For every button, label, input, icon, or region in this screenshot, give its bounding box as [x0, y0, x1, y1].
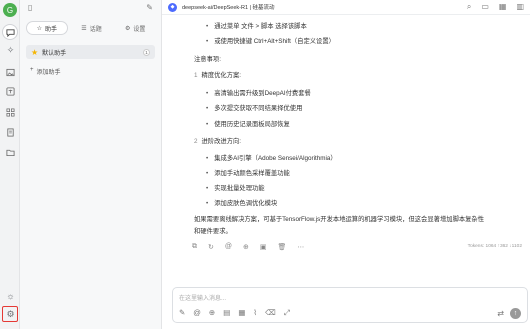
assistant-item-default[interactable]: ★ 默认助手 1	[26, 45, 155, 59]
knowledge-icon[interactable]: ▤	[223, 308, 230, 318]
assistant-name: 默认助手	[42, 50, 67, 57]
list-item: 实现批量处理功能	[206, 185, 264, 192]
icon-rail: G ✧ ☼ ⚙	[0, 0, 20, 329]
attach-icon[interactable]: ⌇	[253, 308, 257, 318]
section-heading: 1 精度优化方案:	[194, 72, 242, 79]
regenerate-icon[interactable]: ↻	[208, 243, 214, 251]
send-button[interactable]: ↑	[510, 308, 521, 319]
gear-icon: ⚙	[124, 25, 131, 32]
list-item: 或使用快捷键 Ctrl+Alt+Shift（自定义设置）	[206, 38, 335, 45]
grid-icon[interactable]: ▦	[499, 2, 507, 12]
chat-topbar: ◆ deepseek-ai/DeepSeek-R1 | 硅基流动 ⌕ ▭ ▦ ▥	[162, 0, 530, 15]
assistant-panel: ▯ ✎ ☆ 助手 ☰ 话题 ⚙ 设置 ★ 默认助手 1 + 添加助手	[20, 0, 162, 329]
tab-label: 设置	[133, 26, 146, 33]
apps-icon[interactable]	[5, 107, 16, 118]
message-composer[interactable]: 在这里输入消息... ✎ @ ⊕ ▤ ▦ ⌇ ⌫ ⤢ ⇄ ↑	[172, 287, 528, 323]
image-icon[interactable]	[5, 67, 16, 78]
token-count: Tokens: 1064 ↑362 ↓1102	[467, 244, 522, 249]
mention-icon[interactable]: @	[193, 308, 201, 318]
panel-toolbar: ▯ ✎	[20, 0, 161, 15]
panel-tabs: ☆ 助手 ☰ 话题 ⚙ 设置	[20, 15, 161, 35]
list-item: 集成多AI引擎（Adobe Sensei/Algorithmia）	[206, 155, 337, 162]
list-item: 通过菜单 文件 > 脚本 选择该脚本	[206, 23, 307, 30]
assistant-count-badge: 1	[143, 48, 150, 56]
list-item: 使用历史记录面板局部恢复	[206, 121, 290, 128]
search-icon[interactable]: ⌕	[467, 2, 471, 12]
chat-icon[interactable]	[3, 25, 17, 39]
topbar-icons: ⌕ ▭ ▦ ▥	[467, 2, 524, 12]
tab-label: 助手	[45, 26, 58, 33]
model-name[interactable]: deepseek-ai/DeepSeek-R1 | 硅基流动	[182, 3, 275, 11]
copy-icon[interactable]: ⧉	[192, 243, 197, 251]
add-assistant-label: 添加助手	[36, 70, 61, 76]
message-input[interactable]: 在这里输入消息...	[179, 293, 226, 302]
list-item: 高清输出需升级到DeepAI付费套餐	[206, 90, 311, 97]
chat-main: ◆ deepseek-ai/DeepSeek-R1 | 硅基流动 ⌕ ▭ ▦ ▥…	[162, 0, 530, 329]
translate-icon[interactable]: ⊕	[243, 243, 249, 251]
list-item: 添加手动颜色采样覆盖功能	[206, 170, 290, 177]
layout-icon[interactable]: ▥	[516, 2, 524, 12]
notes-heading: 注意事项:	[194, 56, 221, 63]
tab-assistants[interactable]: ☆ 助手	[26, 21, 68, 35]
minimize-icon[interactable]: ▭	[481, 2, 489, 12]
web-search-icon[interactable]: ⊕	[209, 308, 215, 318]
model-logo-icon: ◆	[168, 2, 177, 12]
message-footer-line: 和硬件要求。	[194, 228, 232, 235]
expand-icon[interactable]: ⤢	[284, 308, 290, 318]
translate-icon[interactable]	[5, 86, 16, 97]
star-icon: ☆	[36, 25, 43, 32]
delete-icon[interactable]: 🗑	[277, 243, 286, 251]
more-icon[interactable]: ⋯	[297, 243, 304, 251]
tab-label: 话题	[89, 26, 102, 33]
message-footer-line: 如果需要离线解决方案，可基于TensorFlow.js开发本地运算的机器学习模块…	[194, 216, 485, 223]
mention-icon[interactable]: @	[225, 243, 232, 251]
folder-icon[interactable]	[5, 147, 16, 158]
save-icon[interactable]: ▣	[260, 243, 267, 251]
sidebar-toggle-icon[interactable]: ▯	[28, 3, 32, 12]
user-avatar[interactable]: G	[3, 3, 17, 17]
tab-settings[interactable]: ⚙ 设置	[115, 21, 155, 35]
table-icon[interactable]: ▦	[238, 308, 245, 318]
composer-tools: ✎ @ ⊕ ▤ ▦ ⌇ ⌫ ⤢	[179, 308, 290, 318]
edit-icon[interactable]: ✎	[179, 308, 185, 318]
list-icon: ☰	[81, 25, 87, 32]
list-item: 多次提交获取不同结果择优使用	[206, 105, 302, 112]
translate-icon[interactable]: ⇄	[497, 309, 504, 318]
settings-highlight	[2, 306, 18, 322]
star-icon: ★	[31, 47, 39, 57]
tab-topics[interactable]: ☰ 话题	[72, 21, 112, 35]
clear-icon[interactable]: ⌫	[265, 308, 276, 318]
plus-icon: +	[30, 67, 34, 73]
list-item: 添加皮肤色调优化模块	[206, 200, 277, 207]
add-assistant-button[interactable]: + 添加助手	[30, 67, 155, 76]
theme-icon[interactable]: ☼	[5, 291, 16, 302]
sparkle-icon[interactable]: ✧	[5, 45, 16, 56]
message-actions: ⧉ ↻ @ ⊕ ▣ 🗑 ⋯	[192, 243, 304, 251]
files-icon[interactable]	[5, 127, 16, 138]
new-chat-icon[interactable]: ✎	[146, 3, 153, 12]
composer-right-tools: ⇄ ↑	[497, 308, 521, 319]
section-heading: 2 进阶改进方向:	[194, 138, 242, 145]
